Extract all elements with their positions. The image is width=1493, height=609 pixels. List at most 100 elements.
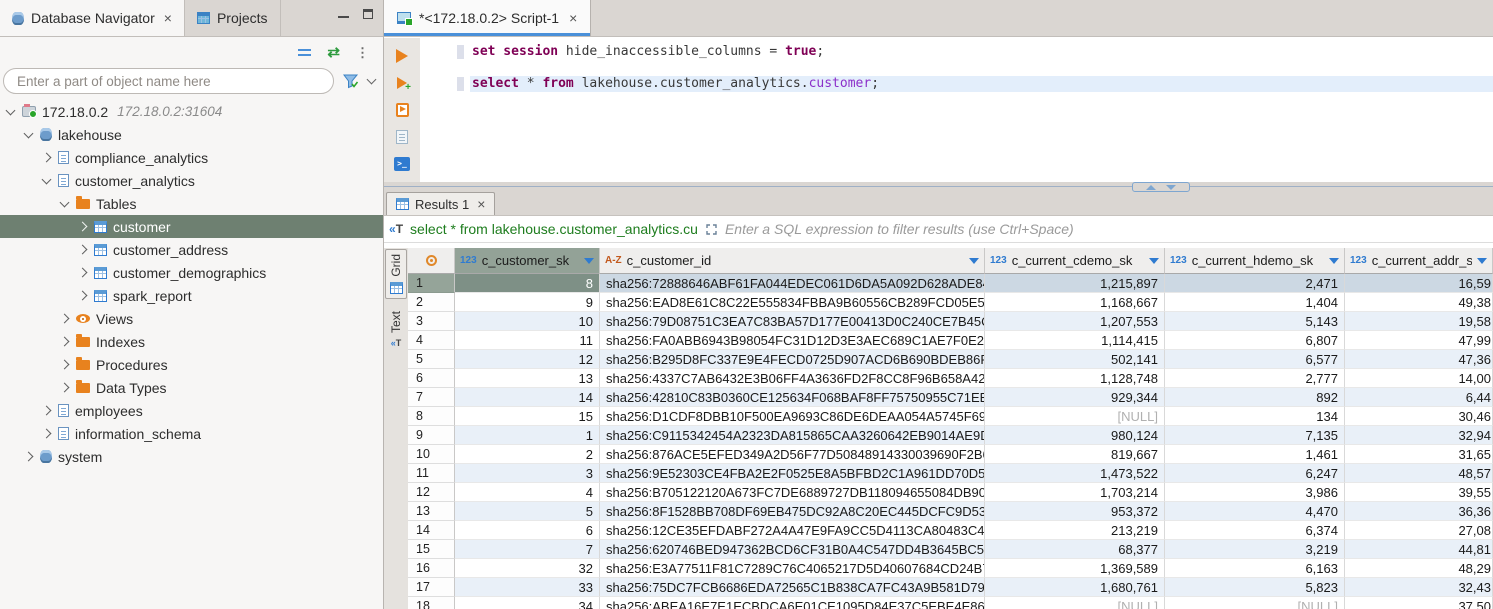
cell-c_current_cdemo_sk[interactable]: 213,219: [985, 521, 1165, 540]
cell-c_customer_id[interactable]: sha256:D1CDF8DBB10F500EA9693C86DE6DEAA05…: [600, 407, 985, 426]
cell-c_customer_id[interactable]: sha256:72888646ABF61FA044EDEC061D6DA5A09…: [600, 274, 985, 293]
execute-script-button[interactable]: [394, 102, 410, 117]
row-number[interactable]: 13: [408, 502, 455, 521]
cell-c_current_hdemo_sk[interactable]: 134: [1165, 407, 1345, 426]
cell-c_current_cdemo_sk[interactable]: 1,473,522: [985, 464, 1165, 483]
cell-c_current_hdemo_sk[interactable]: 2,471: [1165, 274, 1345, 293]
execute-in-new-tab-button[interactable]: +: [394, 75, 410, 90]
results-filter-bar[interactable]: «T select * from lakehouse.customer_anal…: [384, 216, 1493, 243]
row-number[interactable]: 9: [408, 426, 455, 445]
cell-c_current_addr_sk[interactable]: 48,57: [1345, 464, 1493, 483]
cell-c_customer_sk[interactable]: 33: [455, 578, 600, 597]
cell-c_customer_sk[interactable]: 14: [455, 388, 600, 407]
execute-statement-button[interactable]: [394, 48, 410, 63]
cell-c_customer_sk[interactable]: 3: [455, 464, 600, 483]
expand-chevron-icon[interactable]: [78, 245, 88, 255]
expand-chevron-icon[interactable]: [60, 337, 70, 347]
close-icon[interactable]: ×: [477, 197, 485, 211]
cell-c_current_addr_sk[interactable]: 32,94: [1345, 426, 1493, 445]
cell-c_current_cdemo_sk[interactable]: 1,114,415: [985, 331, 1165, 350]
cell-c_current_cdemo_sk[interactable]: 502,141: [985, 350, 1165, 369]
close-icon[interactable]: ×: [569, 11, 577, 25]
row-number[interactable]: 16: [408, 559, 455, 578]
cell-c_current_cdemo_sk[interactable]: 1,168,667: [985, 293, 1165, 312]
cell-c_customer_sk[interactable]: 12: [455, 350, 600, 369]
column-menu-arrow-icon[interactable]: [969, 258, 979, 264]
expand-chevron-icon[interactable]: [60, 383, 70, 393]
cell-c_customer_id[interactable]: sha256:9E52303CE4FBA2E2F0525E8A5BFBD2C1A…: [600, 464, 985, 483]
cell-c_current_addr_sk[interactable]: 16,59: [1345, 274, 1493, 293]
cell-c_current_cdemo_sk[interactable]: 953,372: [985, 502, 1165, 521]
collapse-chevron-icon[interactable]: [60, 197, 70, 207]
cell-c_customer_sk[interactable]: 9: [455, 293, 600, 312]
cell-c_customer_id[interactable]: sha256:B705122120A673FC7DE6889727DB11809…: [600, 483, 985, 502]
row-number[interactable]: 11: [408, 464, 455, 483]
collapse-chevron-icon[interactable]: [6, 105, 16, 115]
cell-c_current_cdemo_sk[interactable]: 929,344: [985, 388, 1165, 407]
close-icon[interactable]: ×: [164, 11, 172, 25]
cell-c_current_addr_sk[interactable]: 36,36: [1345, 502, 1493, 521]
code-line-3[interactable]: select * from lakehouse.customer_analyti…: [470, 76, 1493, 92]
row-number[interactable]: 2: [408, 293, 455, 312]
maximize-icon[interactable]: [363, 9, 373, 19]
tree-item-employees[interactable]: employees: [0, 399, 383, 422]
row-number[interactable]: 10: [408, 445, 455, 464]
collapse-chevron-icon[interactable]: [42, 174, 52, 184]
cell-c_current_addr_sk[interactable]: 27,08: [1345, 521, 1493, 540]
tree-item-Views[interactable]: Views: [0, 307, 383, 330]
column-menu-arrow-icon[interactable]: [1477, 258, 1487, 264]
expand-chevron-icon[interactable]: [78, 268, 88, 278]
expand-chevron-icon[interactable]: [42, 429, 52, 439]
expand-chevron-icon[interactable]: [24, 452, 34, 462]
tree-item-compliance_analytics[interactable]: compliance_analytics: [0, 146, 383, 169]
row-number[interactable]: 12: [408, 483, 455, 502]
open-sql-console-button[interactable]: >_: [394, 156, 410, 171]
cell-c_current_hdemo_sk[interactable]: 5,823: [1165, 578, 1345, 597]
cell-c_customer_sk[interactable]: 15: [455, 407, 600, 426]
expand-chevron-icon[interactable]: [42, 153, 52, 163]
cell-c_customer_id[interactable]: sha256:79D08751C3EA7C83BA57D177E00413D0C…: [600, 312, 985, 331]
tree-item-Indexes[interactable]: Indexes: [0, 330, 383, 353]
minimize-icon[interactable]: [338, 10, 349, 18]
column-header-c_customer_sk[interactable]: 123c_customer_sk: [455, 248, 600, 274]
row-number[interactable]: 4: [408, 331, 455, 350]
tree-item-172.18.0.2[interactable]: 172.18.0.2172.18.0.2:31604: [0, 100, 383, 123]
cell-c_current_addr_sk[interactable]: 37,50: [1345, 597, 1493, 609]
cell-c_current_cdemo_sk[interactable]: [NULL]: [985, 597, 1165, 609]
cell-c_customer_id[interactable]: sha256:42810C83B0360CE125634F068BAF8FF75…: [600, 388, 985, 407]
view-menu-icon[interactable]: ⋮: [356, 46, 369, 59]
chevron-down-icon[interactable]: [367, 74, 377, 84]
cell-c_current_hdemo_sk[interactable]: 1,461: [1165, 445, 1345, 464]
cell-c_customer_id[interactable]: sha256:4337C7AB6432E3B06FF4A3636FD2F8CC8…: [600, 369, 985, 388]
cell-c_customer_sk[interactable]: 11: [455, 331, 600, 350]
sash-collapse-control[interactable]: [1132, 182, 1190, 192]
cell-c_customer_sk[interactable]: 6: [455, 521, 600, 540]
cell-c_current_cdemo_sk[interactable]: 1,703,214: [985, 483, 1165, 502]
editor-results-sash[interactable]: [384, 182, 1493, 192]
tree-item-Tables[interactable]: Tables: [0, 192, 383, 215]
cell-c_current_addr_sk[interactable]: 32,43: [1345, 578, 1493, 597]
row-number[interactable]: 8: [408, 407, 455, 426]
cell-c_customer_id[interactable]: sha256:ABEA16E7E1ECBDCA6E01CE1095D84E37C…: [600, 597, 985, 609]
column-menu-arrow-icon[interactable]: [584, 258, 594, 264]
presentation-tab-grid[interactable]: Grid: [385, 249, 407, 299]
cell-c_current_cdemo_sk[interactable]: [NULL]: [985, 407, 1165, 426]
cell-c_current_cdemo_sk[interactable]: 1,207,553: [985, 312, 1165, 331]
tree-item-information_schema[interactable]: information_schema: [0, 422, 383, 445]
cell-c_customer_id[interactable]: sha256:E3A77511F81C7289C76C4065217D5D406…: [600, 559, 985, 578]
editor-code-area[interactable]: set session hide_inaccessible_columns = …: [470, 38, 1493, 182]
cell-c_current_hdemo_sk[interactable]: 892: [1165, 388, 1345, 407]
row-number[interactable]: 1: [408, 274, 455, 293]
code-line-1[interactable]: set session hide_inaccessible_columns = …: [470, 44, 1493, 60]
expand-filter-icon[interactable]: [705, 223, 718, 236]
cell-c_current_addr_sk[interactable]: 44,81: [1345, 540, 1493, 559]
expand-chevron-icon[interactable]: [78, 222, 88, 232]
cell-c_current_addr_sk[interactable]: 14,00: [1345, 369, 1493, 388]
row-number[interactable]: 14: [408, 521, 455, 540]
cell-c_customer_id[interactable]: sha256:75DC7FCB6686EDA72565C1B838CA7FC43…: [600, 578, 985, 597]
cell-c_current_hdemo_sk[interactable]: 6,374: [1165, 521, 1345, 540]
tree-item-system[interactable]: system: [0, 445, 383, 468]
cell-c_current_hdemo_sk[interactable]: 3,219: [1165, 540, 1345, 559]
cell-c_current_addr_sk[interactable]: 30,46: [1345, 407, 1493, 426]
column-header-c_current_addr_sk[interactable]: 123c_current_addr_sk: [1345, 248, 1493, 274]
